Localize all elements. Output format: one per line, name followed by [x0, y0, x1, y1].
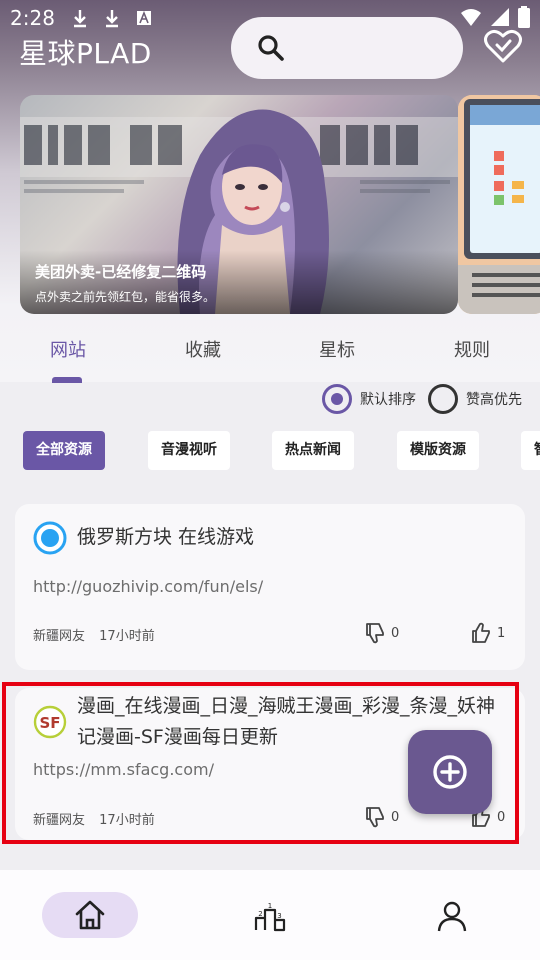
plus-circle-icon [433, 755, 467, 789]
thumbs-down-icon [366, 623, 384, 644]
svg-text:2: 2 [258, 910, 262, 918]
tab-rules[interactable]: 规则 [454, 336, 490, 362]
card-title: 俄罗斯方块 在线游戏 [77, 526, 255, 548]
person-icon [437, 901, 467, 932]
default-sort-label[interactable]: 默认排序 [360, 389, 416, 409]
wifi-icon [461, 9, 481, 26]
status-time: 2:28 [10, 6, 55, 30]
banner-subtitle: 点外卖之前先领红包，能省很多。 [35, 290, 216, 304]
chip-hot-news[interactable]: 热点新闻 [272, 431, 354, 470]
svg-text:1: 1 [268, 902, 272, 910]
radio-default-sort[interactable] [322, 384, 352, 414]
card-meta: 新疆网友 17小时前 [33, 809, 155, 828]
home-icon [75, 900, 105, 930]
like-count: 0 [497, 809, 506, 825]
site-card[interactable]: 俄罗斯方块 在线游戏 http://guozhivip.com/fun/els/… [15, 504, 525, 670]
card-author: 新疆网友 [33, 813, 86, 828]
tab-collections[interactable]: 收藏 [185, 336, 221, 362]
chip-more[interactable]: 智 [521, 431, 540, 470]
sort-options: 默认排序 赞高优先 [322, 384, 522, 414]
thumbs-up-icon [472, 622, 490, 643]
svg-text:SF: SF [39, 714, 60, 732]
heart-icon[interactable] [483, 28, 523, 64]
dislike-count: 0 [391, 625, 400, 641]
chip-music-video[interactable]: 音漫视听 [148, 431, 230, 470]
tab-indicator [52, 377, 82, 383]
signal-icon [491, 8, 509, 26]
like-button[interactable]: 1 [471, 622, 505, 644]
download-icon [74, 10, 86, 28]
banner-computer-graphic [458, 95, 540, 314]
search-icon [258, 35, 284, 61]
podium-icon: 1 2 3 [254, 902, 286, 932]
thumbs-down-icon [366, 807, 384, 828]
chip-all-resources[interactable]: 全部资源 [23, 431, 105, 470]
tab-websites[interactable]: 网站 [50, 336, 86, 362]
chip-templates[interactable]: 模版资源 [397, 431, 479, 470]
card-time: 17小时前 [99, 813, 155, 828]
card-author: 新疆网友 [33, 629, 86, 644]
sf-comic-logo-icon: SF [33, 705, 67, 739]
battery-icon [518, 6, 530, 28]
tab-starred[interactable]: 星标 [319, 336, 355, 362]
status-right [460, 6, 530, 28]
dislike-button[interactable]: 0 [365, 806, 399, 828]
nav-profile[interactable] [432, 892, 472, 938]
font-icon [137, 10, 151, 25]
card-time: 17小时前 [99, 629, 155, 644]
promo-banner[interactable]: 美团外卖-已经修复二维码 点外卖之前先领红包，能省很多。 [20, 95, 458, 314]
filter-chips: 全部资源 音漫视听 热点新闻 模版资源 智 [23, 431, 540, 470]
download-icon [106, 10, 118, 28]
banner-title: 美团外卖-已经修复二维码 [35, 263, 207, 281]
category-tabs: 网站 收藏 星标 规则 [0, 330, 540, 370]
site-favicon-icon [33, 521, 67, 555]
search-box[interactable] [231, 17, 463, 79]
like-count: 1 [497, 625, 506, 641]
likes-sort-label[interactable]: 赞高优先 [466, 389, 522, 409]
card-meta: 新疆网友 17小时前 [33, 625, 155, 644]
dislike-count: 0 [391, 809, 400, 825]
nav-ranking[interactable]: 1 2 3 [250, 892, 290, 938]
add-button[interactable] [408, 730, 492, 814]
bottom-navigation: 1 2 3 [0, 870, 540, 960]
nav-home[interactable] [42, 892, 138, 938]
svg-text:3: 3 [277, 912, 281, 920]
card-url[interactable]: http://guozhivip.com/fun/els/ [33, 577, 263, 596]
promo-banner-next[interactable] [458, 95, 540, 314]
radio-likes-sort[interactable] [428, 384, 458, 414]
dislike-button[interactable]: 0 [365, 622, 399, 644]
app-title: 星球PLAD [19, 37, 152, 70]
card-url[interactable]: https://mm.sfacg.com/ [33, 760, 214, 779]
